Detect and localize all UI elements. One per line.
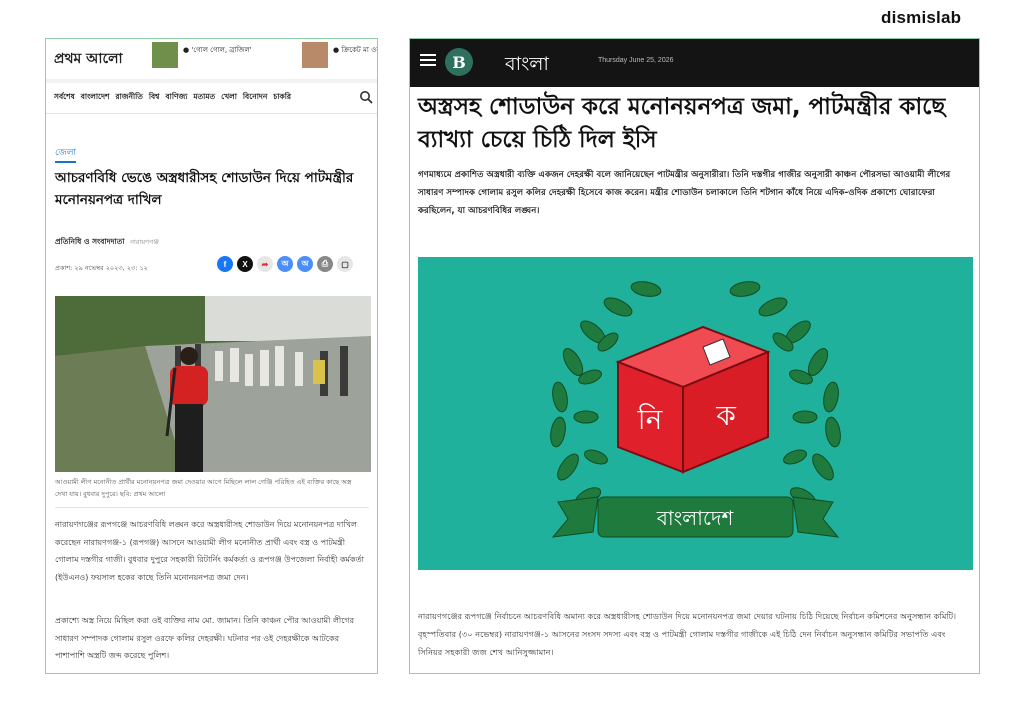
site-header: B বাংলা Thursday June 25, 2026 (410, 39, 979, 87)
photo-caption: আওয়ামী লীগ মনোনীত প্রার্থীর মনোনয়নপত্র… (55, 478, 352, 498)
right-article-panel: B বাংলা Thursday June 25, 2026 অস্ত্রসহ … (409, 38, 980, 674)
emblem-box-left-text: নি (637, 403, 664, 436)
save-icon[interactable]: ▢ (337, 256, 353, 272)
emblem-ribbon-text: বাংলাদেশ (656, 506, 735, 530)
site-logo[interactable]: প্রথম আলো (54, 47, 123, 71)
site-name[interactable]: বাংলা (505, 50, 549, 82)
dismislab-logo: dismislab (881, 8, 962, 27)
news-thumbnail[interactable] (152, 42, 178, 68)
nav-item[interactable]: রাজনীতি (115, 92, 142, 104)
print-icon[interactable]: ⎙ (317, 256, 333, 272)
header-date: Thursday June 25, 2026 (598, 57, 674, 64)
article-lead: গণমাধ্যমে প্রকাশিত অস্ত্রধারী ব্যক্তি এক… (418, 170, 951, 216)
election-commission-emblem: নি ক বাংলাদেশ (418, 257, 973, 570)
nav-item[interactable]: বাংলাদেশ (81, 92, 110, 104)
share-arrow-icon[interactable]: ➦ (257, 256, 273, 272)
nav-item[interactable]: চাকরি (273, 92, 291, 104)
nav-item[interactable]: খেলা (221, 92, 237, 104)
share-bar: f X ➦ অ অ ⎙ ▢ (217, 256, 353, 272)
article-paragraph: নারায়ণগঞ্জের রূপগঞ্জে নির্বাচনে আচরণবিধ… (418, 611, 957, 657)
author-name[interactable]: প্রতিনিধি ও সংবাদদাতা (55, 237, 124, 246)
x-icon[interactable]: X (237, 256, 253, 272)
publish-date: প্রকাশ: ২৯ নভেম্বর ২০২৩, ২৩: ১২ (55, 264, 148, 272)
main-nav: সর্বশেষ বাংলাদেশ রাজনীতি বিশ্ব বাণিজ্য ম… (46, 83, 377, 114)
emblem-box-right-text: ক (715, 399, 736, 432)
nav-item[interactable]: মতামত (193, 92, 215, 104)
article-paragraph: প্রকাশ্যে অস্ত্র নিয়ে মিছিল করা ওই ব্যক… (55, 616, 355, 660)
author-line: প্রতিনিধি ও সংবাদদাতা নারায়ণগঞ্জ (55, 237, 159, 249)
left-article-panel: প্রথম আলো ● 'গোল গোল, ব্রাজিল' ● ক্রিকেট… (45, 38, 378, 674)
site-logo-icon[interactable]: B (445, 48, 473, 76)
top-news-item[interactable]: ● 'গোল গোল, ব্রাজিল' (183, 44, 252, 56)
nav-item[interactable]: বিশ্ব (149, 92, 160, 104)
search-icon[interactable] (359, 90, 373, 106)
font-decrease-icon[interactable]: অ (297, 256, 313, 272)
article-photo (55, 296, 371, 472)
article-paragraph: নারায়ণগঞ্জের রূপগঞ্জে আচরণবিধি লঙ্ঘন কর… (55, 520, 364, 582)
nav-item[interactable]: সর্বশেষ (54, 92, 75, 104)
author-location: নারায়ণগঞ্জ (130, 238, 159, 246)
site-header: প্রথম আলো ● 'গোল গোল, ব্রাজিল' ● ক্রিকেট… (46, 39, 377, 79)
facebook-icon[interactable]: f (217, 256, 233, 272)
nav-item[interactable]: বাণিজ্য (165, 92, 187, 104)
nav-item[interactable]: বিনোদন (243, 92, 267, 104)
top-news-item[interactable]: ● ক্রিকেট মা ওয়ার্ডে, শীতল (333, 44, 377, 56)
article-headline: আচরণবিধি ভেঙে অস্ত্রধারীসহ শোডাউন দিয়ে … (55, 170, 354, 208)
section-tag[interactable]: জেলা (55, 145, 77, 163)
news-thumbnail[interactable] (302, 42, 328, 68)
article-headline: অস্ত্রসহ শোডাউন করে মনোনয়নপত্র জমা, পাট… (418, 94, 946, 153)
font-increase-icon[interactable]: অ (277, 256, 293, 272)
hamburger-menu-icon[interactable] (420, 52, 436, 71)
